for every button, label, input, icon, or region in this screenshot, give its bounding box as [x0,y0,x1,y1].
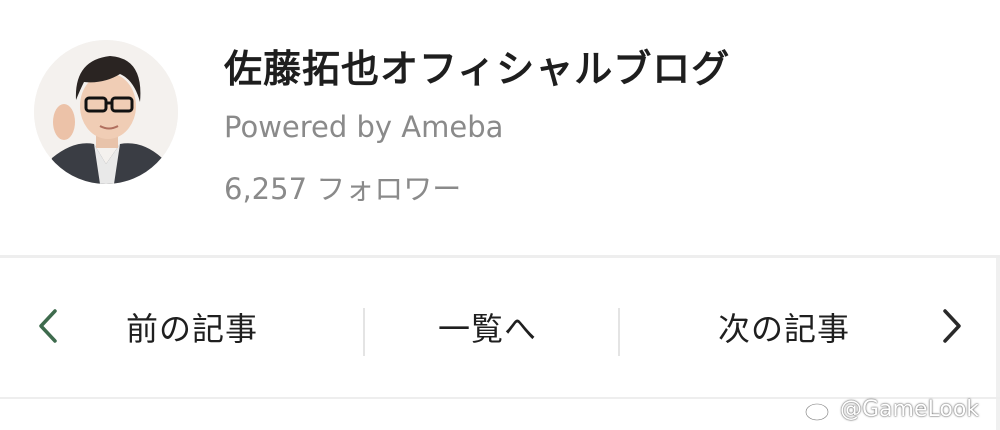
watermark-text: @GameLook [840,396,980,422]
follower-count[interactable]: 6,257 フォロワー [224,166,461,208]
powered-by-text: Powered by Ameba [224,110,504,144]
watermark: @GameLook [804,392,979,426]
nav-separator [363,308,365,356]
blog-title[interactable]: 佐藤拓也オフィシャルブログ [224,38,730,93]
nav-separator [618,308,620,356]
chevron-right-icon[interactable] [932,292,972,360]
weibo-icon [805,399,832,421]
prev-article-link[interactable]: 前の記事 [126,304,258,350]
blogger-avatar[interactable] [34,40,178,184]
blog-header: 佐藤拓也オフィシャルブログ Powered by Ameba 6,257 フォロ… [0,0,1000,255]
next-article-link[interactable]: 次の記事 [718,304,850,350]
avatar-portrait-image [34,40,178,184]
chevron-left-icon[interactable] [28,292,68,360]
article-list-link[interactable]: 一覧へ [438,304,537,350]
article-navigation: 前の記事 一覧へ 次の記事 [0,258,1000,396]
